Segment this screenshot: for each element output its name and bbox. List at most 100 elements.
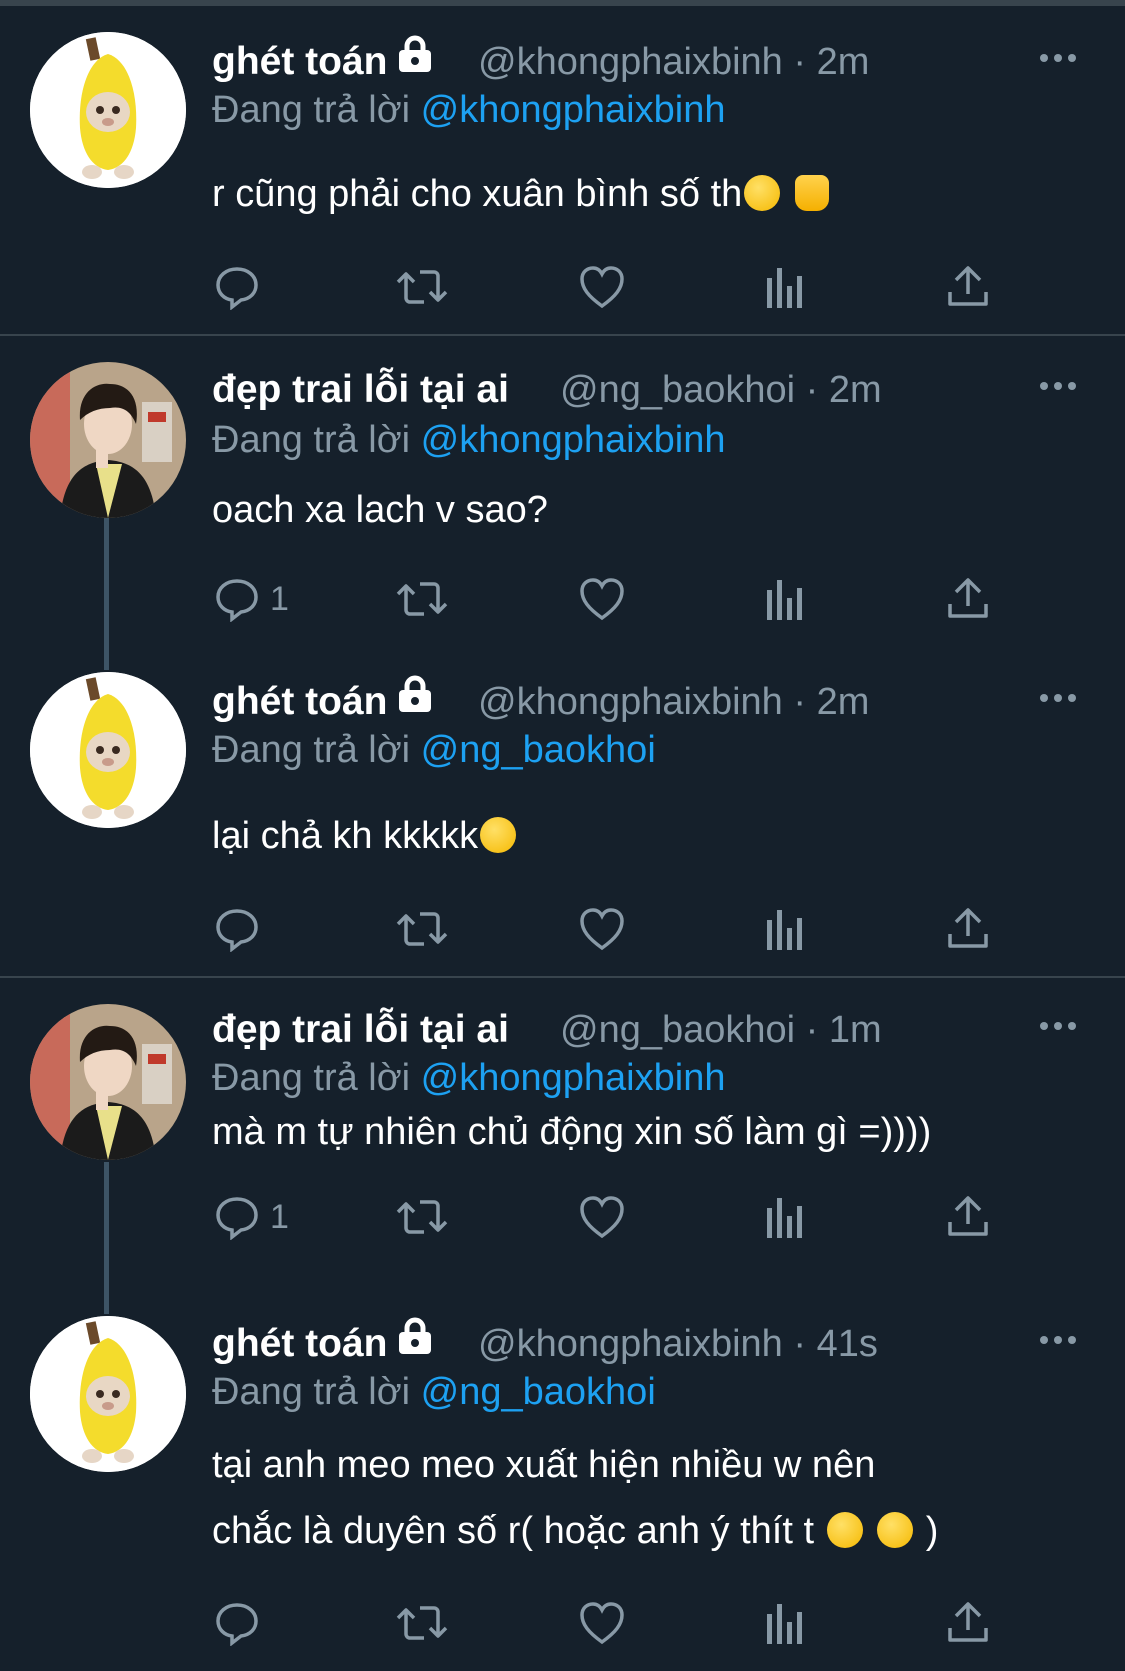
avatar-banana-cat[interactable] [30,32,186,188]
retweet-icon [396,1200,448,1234]
reply-button[interactable]: 1 [214,1192,289,1242]
share-icon [948,266,988,306]
timestamp[interactable]: 2m [817,681,870,723]
replying-to: Đang trả lời @khongphaixbinh [212,419,726,461]
mention-link[interactable]: @khongphaixbinh [421,419,726,461]
reply-button[interactable]: 1 [214,574,289,624]
share-button[interactable] [946,904,990,954]
avatar-banana-cat[interactable] [30,1316,186,1472]
analytics-button[interactable] [764,1192,804,1242]
analytics-button[interactable] [764,904,804,954]
reply-icon [216,909,258,952]
analytics-button[interactable] [764,262,804,312]
tweet[interactable]: ghét toán @khongphaixbinh · 2m Đang trả … [0,656,1125,976]
more-icon[interactable] [1040,1016,1084,1036]
analytics-icon [767,268,802,308]
tweet[interactable]: ghét toán @khongphaixbinh · 2m Đang trả … [0,0,1125,336]
avatar-profile-photo[interactable] [30,1004,186,1160]
like-button[interactable] [578,904,626,954]
grinning-face-emoji [744,174,781,211]
display-name[interactable]: ghét toán [212,1317,435,1371]
display-name[interactable]: đẹp trai lỗi tại ai [212,366,509,414]
avatar-banana-cat[interactable] [30,672,186,828]
display-name[interactable]: ghét toán [212,675,435,729]
mention-link[interactable]: @ng_baokhoi [421,729,656,771]
share-button[interactable] [946,574,990,624]
share-icon [948,1602,988,1642]
handle[interactable]: @khongphaixbinh [478,681,783,723]
share-icon [948,908,988,948]
reply-icon [216,1197,258,1240]
retweet-button[interactable] [394,904,450,954]
analytics-icon [767,910,802,950]
share-button[interactable] [946,1192,990,1242]
action-bar: 1 [212,574,1032,624]
replying-to: Đang trả lời @ng_baokhoi [212,729,656,771]
tweet-text: mà m tự nhiên chủ động xin số làm gì =))… [212,1111,932,1153]
star-struck-emoji [877,1511,914,1548]
handle-time: @khongphaixbinh · 2m [478,41,870,83]
like-icon [580,1602,624,1645]
tweet[interactable]: đẹp trai lỗi tại ai @ng_baokhoi · 1m Đan… [0,978,1125,1300]
more-icon[interactable] [1040,48,1084,68]
timestamp[interactable]: 2m [817,41,870,83]
display-name[interactable]: ghét toán [212,35,435,89]
handle-time: @ng_baokhoi · 1m [560,1009,882,1051]
analytics-button[interactable] [764,574,804,624]
like-button[interactable] [578,574,626,624]
lock-icon [395,35,435,85]
more-icon[interactable] [1040,688,1084,708]
tweet-text: tại anh meo meo xuất hiện nhiều w nên ch… [212,1432,1092,1564]
handle[interactable]: @ng_baokhoi [560,1009,795,1051]
handle[interactable]: @khongphaixbinh [478,1323,783,1365]
reply-count: 1 [270,579,289,618]
like-button[interactable] [578,262,626,312]
handle[interactable]: @khongphaixbinh [478,41,783,83]
display-name[interactable]: đẹp trai lỗi tại ai [212,1006,509,1054]
reply-button[interactable] [214,904,270,954]
thumbs-up-emoji [794,174,829,211]
replying-to: Đang trả lời @khongphaixbinh [212,1057,726,1099]
action-bar [212,1598,1032,1648]
retweet-button[interactable] [394,1192,450,1242]
like-button[interactable] [578,1192,626,1242]
tweet[interactable]: đẹp trai lỗi tại ai @ng_baokhoi · 2m Đan… [0,336,1125,656]
tweet-text: oach xa lach v sao? [212,489,548,531]
analytics-button[interactable] [764,1598,804,1648]
reply-icon [216,579,258,622]
handle[interactable]: @ng_baokhoi [560,369,795,411]
mention-link[interactable]: @khongphaixbinh [421,89,726,131]
mention-link[interactable]: @ng_baokhoi [421,1371,656,1413]
retweet-icon [396,582,448,616]
timestamp[interactable]: 2m [829,369,882,411]
tweet-text-line: chắc là duyên số r( hoặc anh ý thít t ) [212,1510,939,1552]
like-icon [580,578,624,621]
mention-link[interactable]: @khongphaixbinh [421,1057,726,1099]
avatar-profile-photo[interactable] [30,362,186,518]
more-icon[interactable] [1040,376,1084,396]
tweet[interactable]: ghét toán @khongphaixbinh · 41s Đang trả… [0,1300,1125,1671]
like-button[interactable] [578,1598,626,1648]
like-icon [580,908,624,951]
retweet-icon [396,270,448,304]
like-icon [580,1196,624,1239]
lock-icon [395,1317,435,1367]
share-button[interactable] [946,262,990,312]
handle-time: @khongphaixbinh · 41s [478,1323,878,1365]
share-icon [948,1196,988,1236]
retweet-button[interactable] [394,1598,450,1648]
timestamp[interactable]: 41s [817,1323,878,1365]
retweet-icon [396,912,448,946]
analytics-icon [767,580,802,620]
action-bar [212,904,1032,954]
retweet-button[interactable] [394,262,450,312]
share-button[interactable] [946,1598,990,1648]
retweet-icon [396,1606,448,1640]
more-icon[interactable] [1040,1330,1084,1350]
retweet-button[interactable] [394,574,450,624]
reply-count: 1 [270,1197,289,1236]
reply-button[interactable] [214,262,270,312]
reply-button[interactable] [214,1598,270,1648]
timestamp[interactable]: 1m [829,1009,882,1051]
tweet-text-line: tại anh meo meo xuất hiện nhiều w nên [212,1444,876,1486]
